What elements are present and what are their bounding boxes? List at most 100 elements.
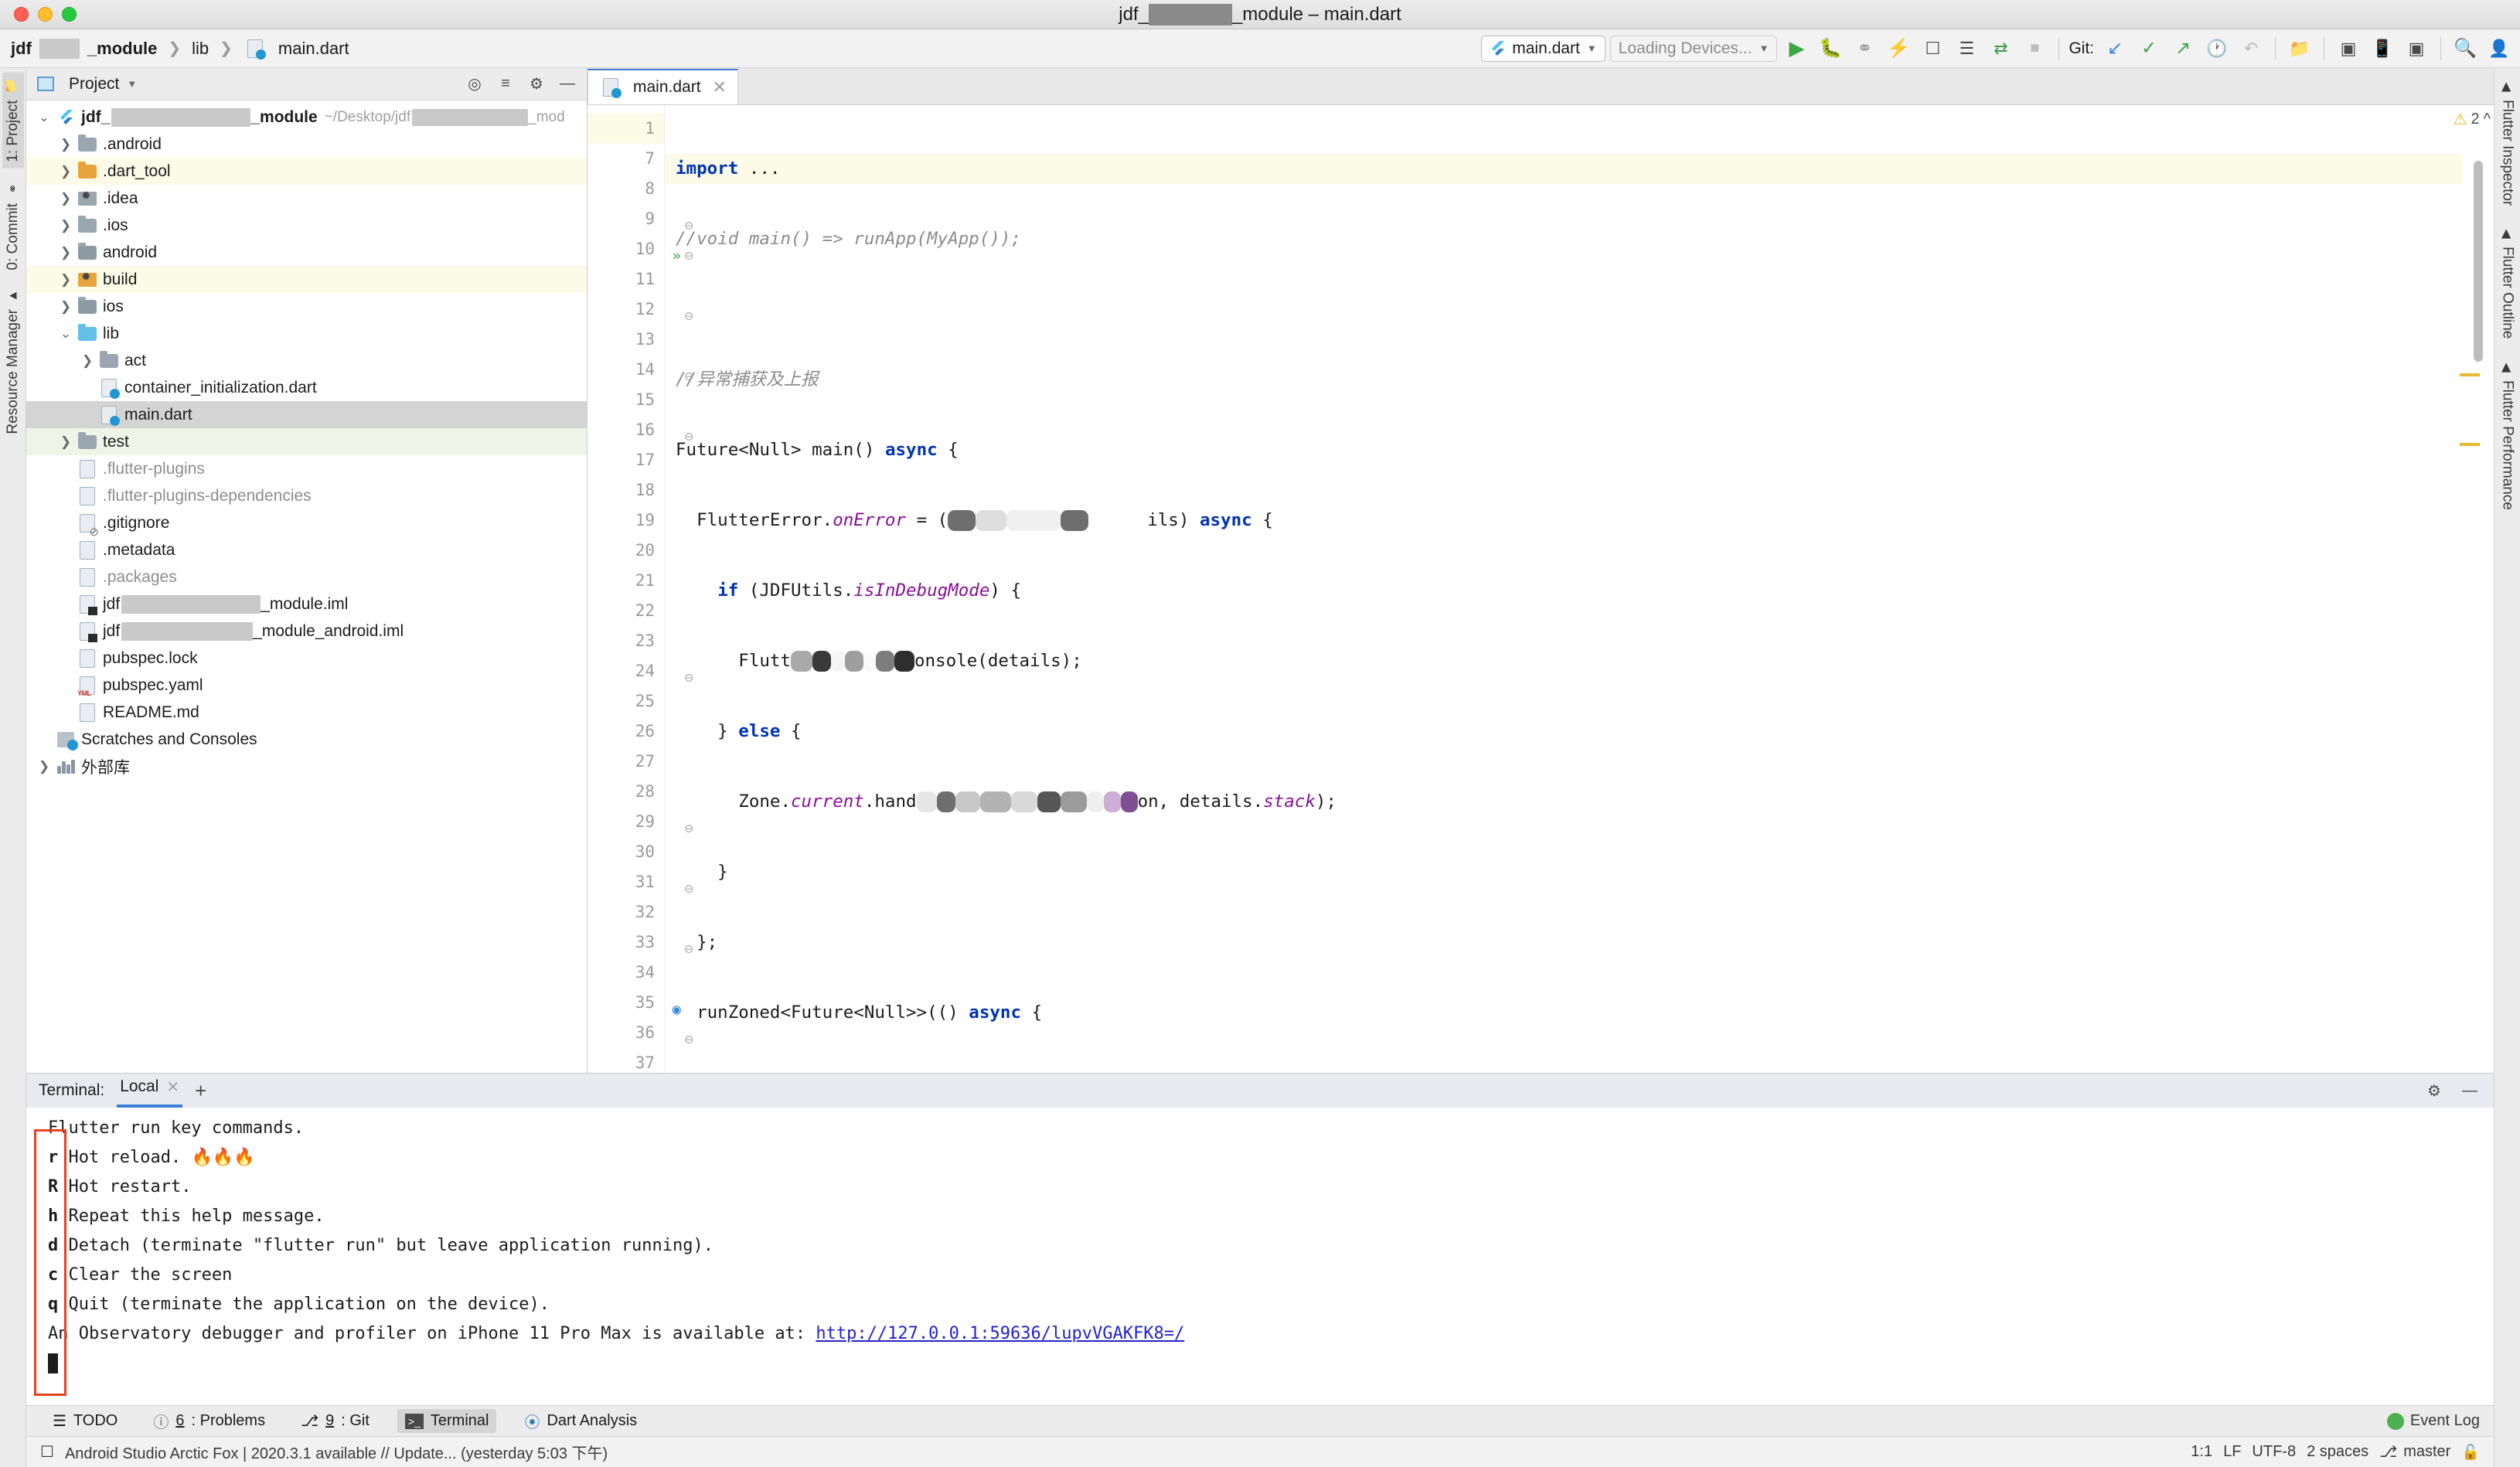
flash-icon[interactable]: ⚡ — [1884, 34, 1913, 63]
gutter-line[interactable]: 1 — [587, 114, 664, 144]
bottom-item-dart-analysis[interactable]: ⦿ Dart Analysis — [516, 1407, 645, 1435]
gutter-line[interactable]: 27 — [587, 747, 664, 777]
bottom-item-todo[interactable]: ☰ TODO — [45, 1408, 125, 1434]
gutter-line[interactable]: 22 — [587, 596, 664, 626]
bottom-item-problems[interactable]: ⓘ 6: Problems — [145, 1407, 273, 1435]
sidebar-item-resource-manager[interactable]: Resource Manager ▲ — [2, 284, 24, 441]
profile-avatar-icon[interactable]: 👤 — [2484, 34, 2514, 63]
chevron-down-icon[interactable]: ⌄ — [34, 110, 54, 125]
tree-row[interactable]: ❯.gitignore — [26, 509, 587, 539]
window-traffic-lights[interactable] — [0, 7, 77, 22]
gutter-line[interactable]: 12 ⊖ — [587, 294, 693, 325]
tree-row[interactable]: ❯.flutter-plugins-dependencies — [26, 482, 587, 509]
gutter-line[interactable]: 34 — [587, 958, 664, 988]
project-structure-icon[interactable]: 📁 — [2285, 34, 2314, 63]
terminal-output[interactable]: Flutter run key commands. r Hot reload. … — [26, 1108, 2494, 1405]
debug-button[interactable]: 🐛 — [1816, 34, 1845, 63]
minimize-icon[interactable]: — — [2458, 1079, 2481, 1102]
gutter-line[interactable]: 26 — [587, 716, 664, 747]
project-file-tree[interactable]: ⌄ jdf_ _module ~/Desktop/jdf _mod ❯ .android ❯.… — [26, 100, 587, 1073]
run-button[interactable]: ▶ — [1782, 34, 1811, 63]
breadcrumb-lib[interactable]: lib — [192, 39, 209, 59]
inspection-widget[interactable]: ⚠ 2 ^ — [2454, 110, 2491, 129]
chevron-up-icon[interactable]: ^ — [2484, 111, 2491, 128]
layout-inspector-icon[interactable]: ☰ — [1952, 34, 1981, 63]
tree-row[interactable]: ❯pubspec.lock — [26, 645, 587, 672]
gear-icon[interactable]: ⚙ — [2423, 1079, 2446, 1102]
tree-row[interactable]: ❯ 外部库 — [26, 753, 587, 780]
warning-marker[interactable] — [2460, 443, 2480, 446]
notification-icon[interactable]: ☐ — [40, 1442, 54, 1462]
tree-row[interactable]: ❯pubspec.yaml — [26, 672, 587, 699]
gutter-line[interactable]: 11 — [587, 264, 664, 294]
bottom-item-terminal[interactable]: >_ Terminal — [397, 1409, 497, 1433]
tree-row[interactable]: ❯README.md — [26, 699, 587, 726]
gutter-line[interactable]: 24 ⊖ — [587, 656, 693, 686]
gutter-line[interactable]: 21 — [587, 566, 664, 596]
sidebar-item-project[interactable]: 1: Project 📁 — [2, 73, 24, 168]
gradle-sync-icon[interactable]: ⇄ — [1986, 34, 2015, 63]
line-separator[interactable]: LF — [2223, 1443, 2241, 1461]
gutter-line[interactable]: 20 — [587, 536, 664, 566]
breadcrumb-file[interactable]: main.dart — [278, 39, 349, 59]
settings-gear-icon[interactable]: ⚙ — [525, 73, 548, 96]
git-commit-icon[interactable]: ✓ — [2134, 34, 2164, 63]
gutter-line[interactable]: 28 — [587, 777, 664, 807]
project-panel-title[interactable]: Project — [69, 75, 119, 94]
tree-row[interactable]: ⌄ lib — [26, 320, 587, 347]
gutter-line[interactable]: 29 ⊖ — [587, 807, 693, 837]
file-encoding[interactable]: UTF-8 — [2252, 1443, 2296, 1461]
close-tab-icon[interactable]: ✕ — [713, 77, 727, 97]
run-configuration-selector[interactable]: main.dart ▼ — [1481, 35, 1606, 62]
sidebar-item-commit[interactable]: 0: Commit ⚭ — [2, 176, 24, 277]
chevron-right-icon[interactable]: ❯ — [56, 164, 76, 179]
chevron-right-icon[interactable]: ❯ — [56, 434, 76, 450]
device-file-explorer-icon[interactable]: 📱 — [2368, 34, 2397, 63]
tree-row[interactable]: ❯ android — [26, 239, 587, 266]
gutter-line[interactable]: 8 — [587, 174, 664, 204]
gutter-line[interactable]: 18 — [587, 475, 664, 505]
breadcrumb-module[interactable]: _module — [87, 39, 157, 59]
gutter-line[interactable]: 13 — [587, 325, 664, 355]
stop-button[interactable]: ■ — [2020, 34, 2049, 63]
gutter-line[interactable]: 33 ⊖ — [587, 928, 693, 958]
git-branch-widget[interactable]: ⎇ master — [2379, 1442, 2450, 1462]
event-log-button[interactable]: Event Log — [2386, 1412, 2494, 1430]
sdk-manager-icon[interactable]: ▣ — [2402, 34, 2431, 63]
chevron-right-icon[interactable]: ❯ — [56, 218, 76, 233]
tree-row[interactable]: ❯ ios — [26, 293, 587, 320]
bottom-item-git[interactable]: ⎇ 9: Git — [293, 1408, 377, 1434]
avd-manager-icon[interactable]: ▣ — [2334, 34, 2363, 63]
git-history-icon[interactable]: 🕐 — [2202, 34, 2232, 63]
tree-row[interactable]: ❯.metadata — [26, 536, 587, 563]
warning-marker[interactable] — [2460, 373, 2480, 376]
gutter-line[interactable]: 7●⊖ — [587, 144, 693, 174]
tree-row[interactable]: ❯jdf_module_android.iml — [26, 618, 587, 645]
chevron-right-icon[interactable]: ❯ — [56, 272, 76, 288]
tree-row[interactable]: ❯ act — [26, 347, 587, 374]
tree-row[interactable]: ❯ build — [26, 266, 587, 293]
chevron-down-icon[interactable]: ⌄ — [56, 326, 76, 342]
device-selector[interactable]: Loading Devices... ▼ — [1609, 35, 1778, 62]
sidebar-item-flutter-inspector[interactable]: ◀ Flutter Inspector — [2497, 73, 2518, 212]
sidebar-item-flutter-outline[interactable]: ◀ Flutter Outline — [2497, 220, 2518, 345]
maximize-window-button[interactable] — [62, 7, 77, 22]
sidebar-item-flutter-performance[interactable]: ◀ Flutter Performance — [2497, 353, 2518, 516]
close-icon[interactable]: ✕ — [166, 1077, 179, 1097]
tree-row[interactable]: ❯ .dart_tool — [26, 158, 587, 185]
indent-setting[interactable]: 2 spaces — [2307, 1443, 2368, 1461]
tree-row[interactable]: ❯ .ios — [26, 212, 587, 239]
gutter-line[interactable]: 17 — [587, 445, 664, 475]
git-push-icon[interactable]: ↗ — [2168, 34, 2198, 63]
tab-main-dart[interactable]: main.dart ✕ — [587, 69, 738, 104]
gutter-line[interactable]: 31 ⊖ — [587, 867, 693, 897]
gutter-line[interactable]: 25 — [587, 686, 664, 716]
gutter-line[interactable]: 32 — [587, 897, 664, 928]
chevron-right-icon[interactable]: ❯ — [56, 191, 76, 206]
tree-row[interactable]: ❯ test — [26, 428, 587, 455]
scrollbar-thumb[interactable] — [2474, 161, 2483, 362]
chevron-right-icon[interactable]: ❯ — [56, 299, 76, 315]
tree-row[interactable]: ❯ .idea — [26, 185, 587, 212]
device-screenshot-icon[interactable]: ☐ — [1918, 34, 1947, 63]
editor-minimap-gutter[interactable]: ⚠ 2 ^ — [2454, 105, 2494, 1073]
